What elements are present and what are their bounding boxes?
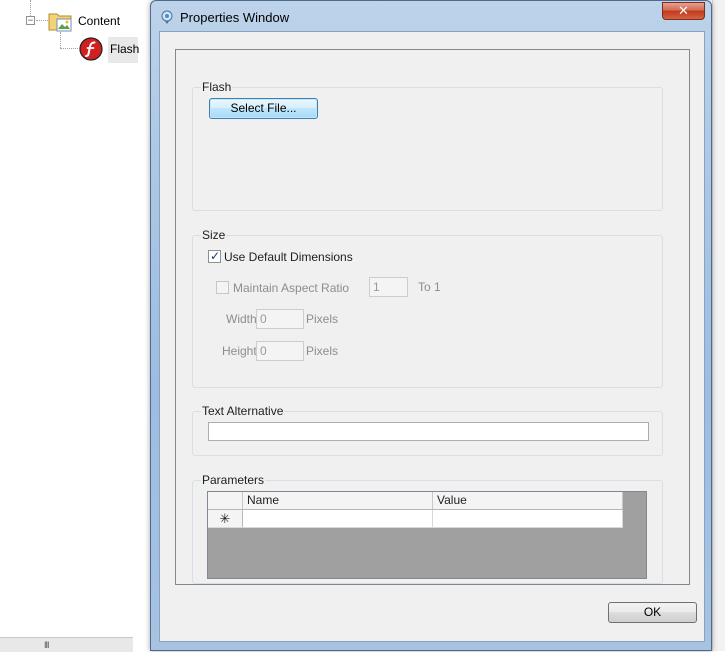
horizontal-scrollbar[interactable]: III xyxy=(0,637,133,652)
width-input[interactable]: 0 xyxy=(256,309,304,329)
tree-connector xyxy=(60,48,78,49)
width-unit-label: Pixels xyxy=(306,312,339,326)
window-title: Properties Window xyxy=(180,10,290,25)
scroll-grip-icon[interactable]: III xyxy=(44,640,49,650)
size-group: Size ✓ Use Default Dimensions Maintain A… xyxy=(192,228,663,388)
size-group-title: Size xyxy=(201,228,227,242)
width-label: Width xyxy=(226,312,257,326)
maintain-aspect-ratio-label: Maintain Aspect Ratio xyxy=(233,281,350,295)
parameters-group: Parameters Name Value ✳ xyxy=(192,473,663,584)
height-label: Height xyxy=(222,344,257,358)
tree-connector xyxy=(36,20,48,21)
name-cell[interactable] xyxy=(243,510,433,527)
maintain-aspect-ratio-checkbox[interactable] xyxy=(216,281,229,294)
new-row-asterisk-icon: ✳ xyxy=(208,510,243,527)
height-unit-label: Pixels xyxy=(306,344,339,358)
parameters-grid[interactable]: Name Value ✳ xyxy=(207,491,647,579)
background-tree-panel: − Content Flash III xyxy=(0,0,150,652)
new-row[interactable]: ✳ xyxy=(208,510,623,528)
to-one-label: To 1 xyxy=(418,280,441,294)
dialog-client-area: Flash Select File... Size ✓ Use Default … xyxy=(159,31,705,642)
title-bar[interactable]: Properties Window ✕ xyxy=(151,1,711,33)
flash-group-title: Flash xyxy=(201,80,233,94)
text-alternative-group: Text Alternative xyxy=(192,404,663,456)
row-header-corner xyxy=(208,492,243,509)
tree-item-flash[interactable]: Flash xyxy=(110,42,139,56)
ok-button[interactable]: OK xyxy=(608,602,697,623)
flash-group: Flash Select File... xyxy=(192,80,663,211)
balloon-icon xyxy=(161,10,173,24)
background-right-edge xyxy=(712,0,725,651)
properties-window: Properties Window ✕ Flash Select File...… xyxy=(150,0,712,651)
use-default-dimensions-checkbox[interactable]: ✓ xyxy=(208,249,221,263)
parameters-group-title: Parameters xyxy=(201,473,266,487)
properties-panel: Flash Select File... Size ✓ Use Default … xyxy=(175,49,690,585)
tree-connector xyxy=(60,32,61,48)
grid-header-row: Name Value xyxy=(208,492,623,510)
column-header-value[interactable]: Value xyxy=(433,492,623,509)
aspect-ratio-input[interactable]: 1 xyxy=(369,277,408,297)
height-input[interactable]: 0 xyxy=(256,341,304,361)
close-button[interactable]: ✕ xyxy=(662,2,705,20)
select-file-button[interactable]: Select File... xyxy=(209,98,318,119)
tree-item-content[interactable]: Content xyxy=(78,14,120,28)
use-default-dimensions-label: Use Default Dimensions xyxy=(224,250,353,264)
column-header-name[interactable]: Name xyxy=(243,492,433,509)
flash-icon xyxy=(79,37,103,61)
collapse-toggle[interactable]: − xyxy=(26,16,35,25)
checkmark-icon: ✓ xyxy=(210,249,221,263)
text-alternative-group-title: Text Alternative xyxy=(201,404,285,418)
value-cell[interactable] xyxy=(433,510,623,527)
folder-image-icon xyxy=(48,13,72,32)
tree-connector xyxy=(30,0,31,16)
close-icon: ✕ xyxy=(678,3,689,18)
text-alternative-input[interactable] xyxy=(208,422,649,441)
